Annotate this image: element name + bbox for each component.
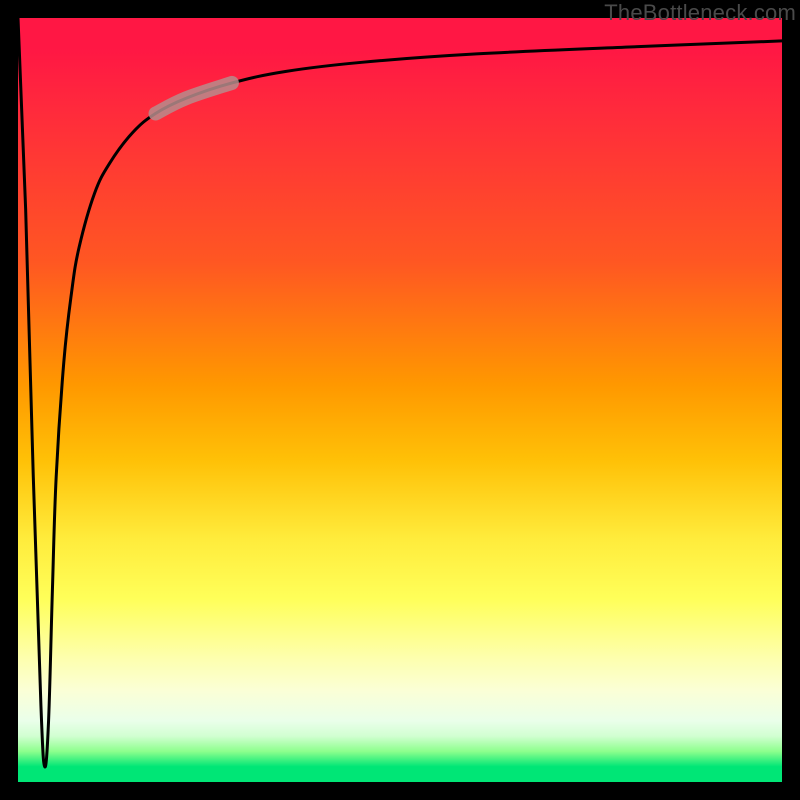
chart-frame: TheBottleneck.com [0,0,800,800]
curve-svg [18,18,782,782]
curve-highlight-segment [156,83,232,114]
bottleneck-curve [18,18,782,767]
plot-area [18,18,782,782]
attribution-text: TheBottleneck.com [604,0,796,26]
